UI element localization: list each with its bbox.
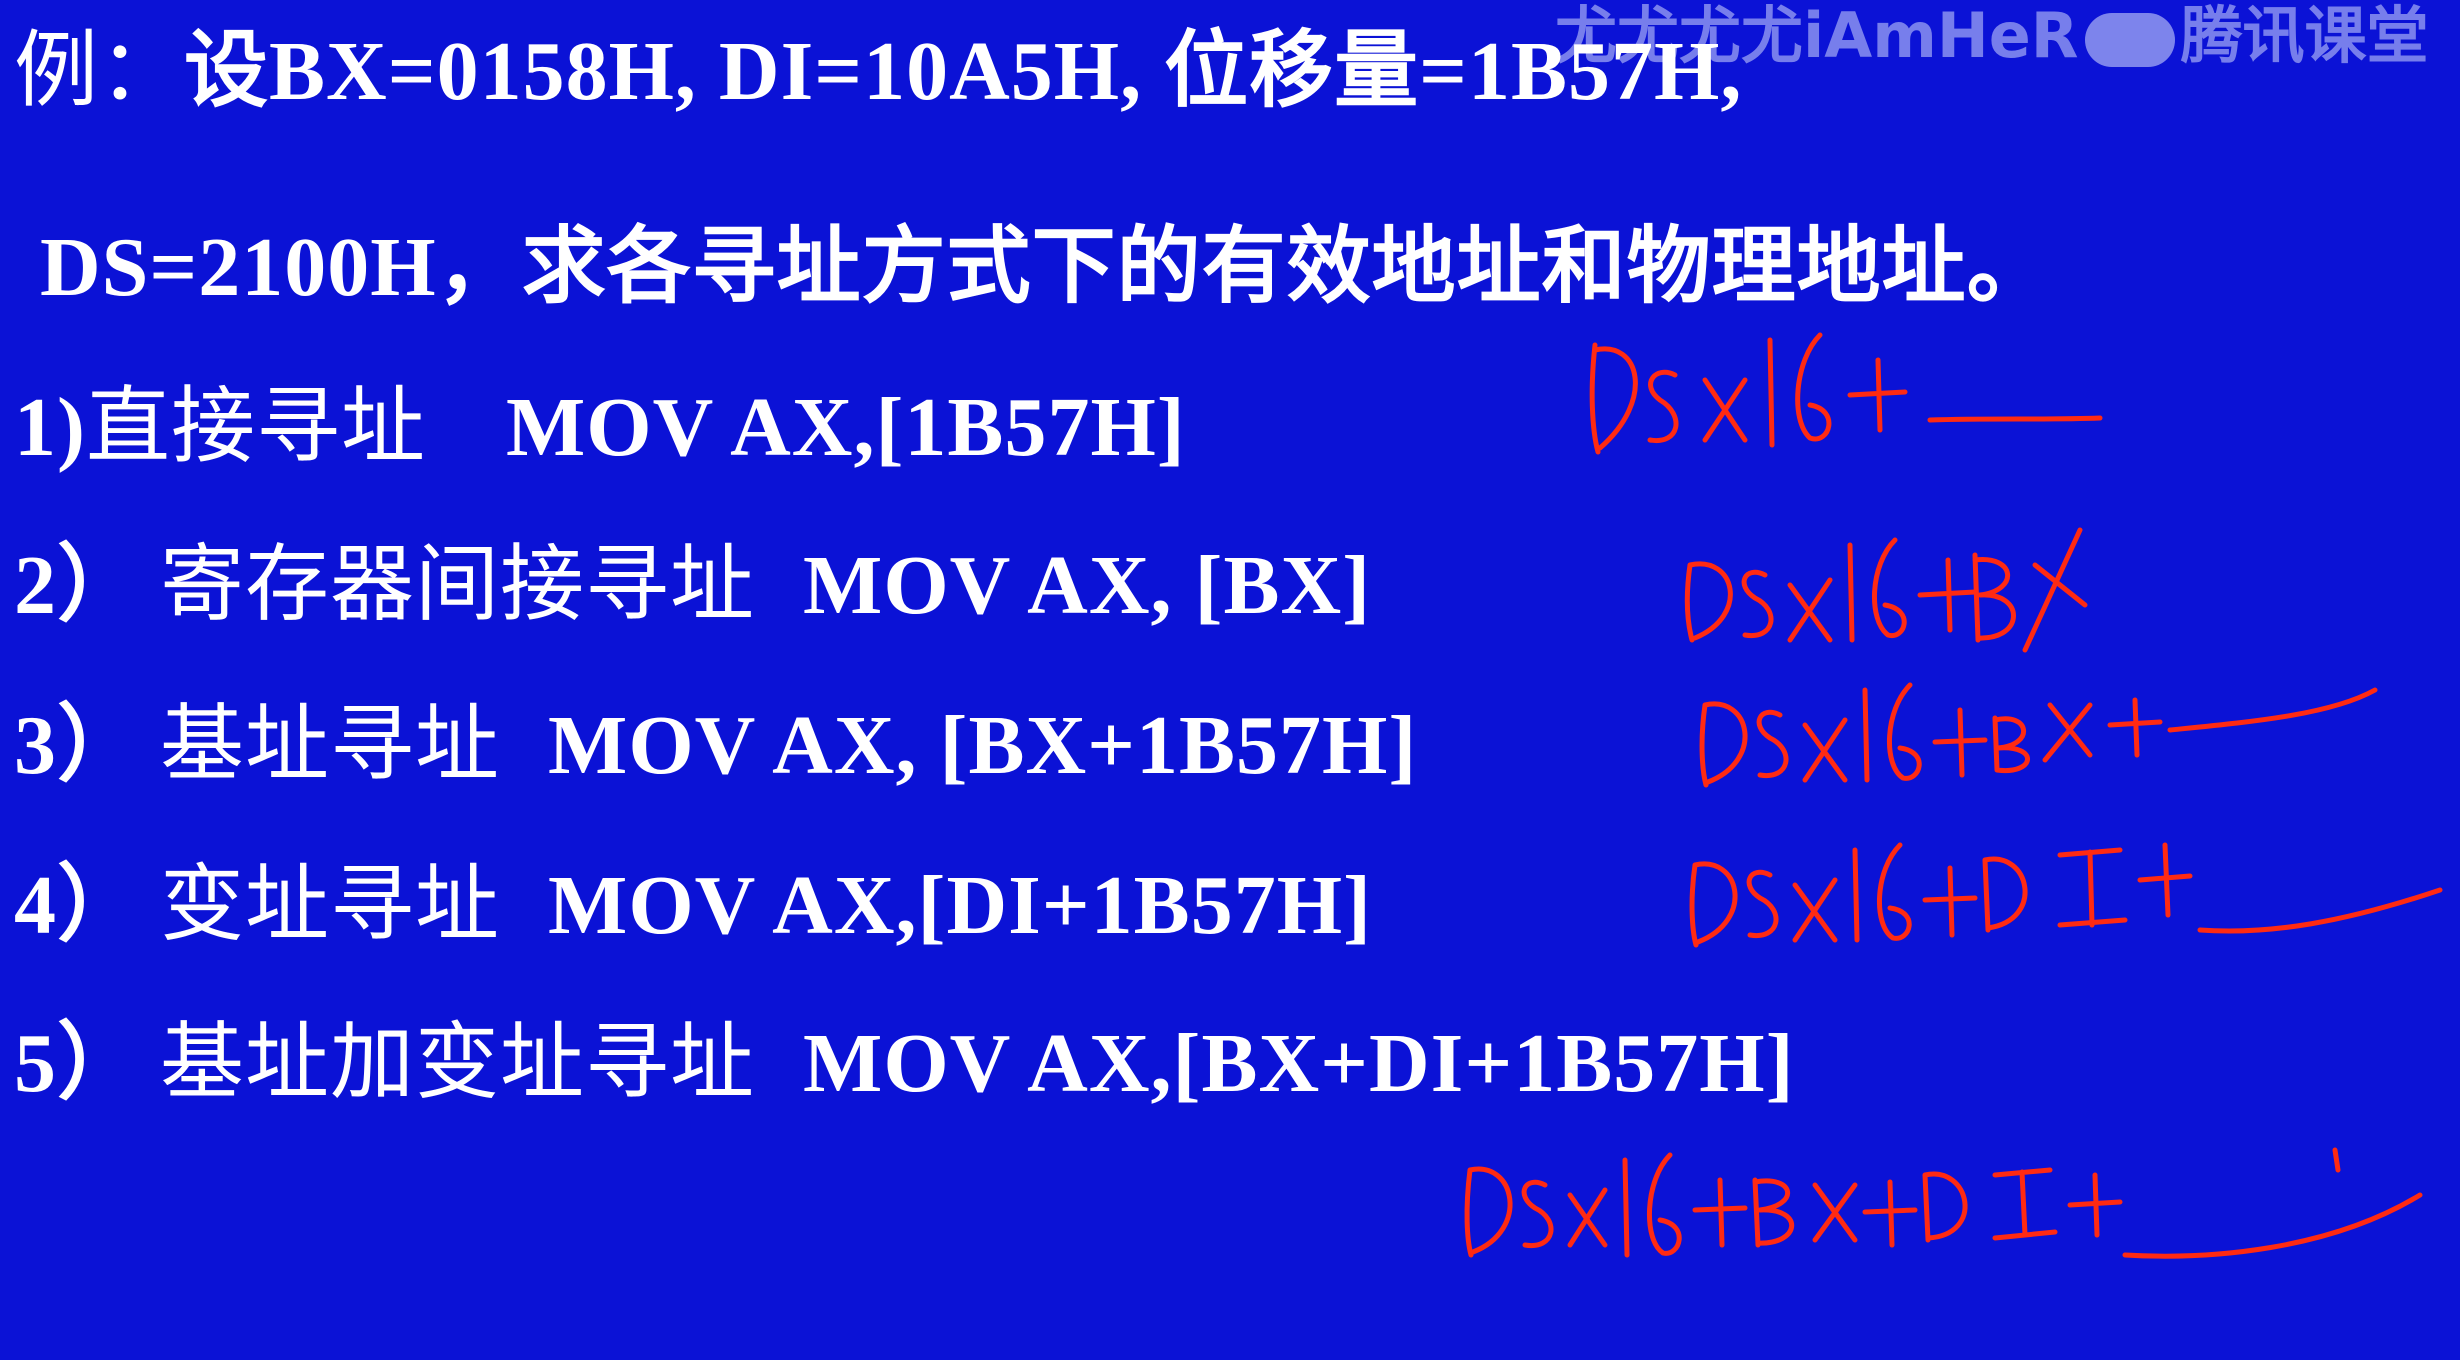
item-4: 4） 变址寻址 MOV AX,[DI+1B57H] [14, 854, 1372, 956]
item-3: 3） 基址寻址 MOV AX, [BX+1B57H] [14, 694, 1417, 796]
item-number: 5） [14, 1017, 143, 1110]
item-2: 2） 寄存器间接寻址 MOV AX, [BX] [14, 534, 1371, 636]
handwriting-2 [1684, 527, 2088, 653]
instruction: MOV AX, [BX] [803, 539, 1372, 632]
handwriting-1 [1589, 332, 2103, 455]
item-number: 1) [14, 381, 86, 474]
watermark-brand: 腾讯课堂 [2180, 0, 2429, 72]
instruction: MOV AX,[BX+DI+1B57H] [803, 1017, 1795, 1110]
handwriting-4 [1689, 842, 2443, 948]
given-values: 设BX=0158H, DI=10A5H, 位移量=1B57H, [184, 25, 1743, 118]
instruction: MOV AX, [BX+1B57H] [548, 699, 1418, 792]
handwriting-3 [1699, 682, 2378, 788]
handwritten-annotations [1464, 332, 2443, 1259]
item-number: 3） [14, 699, 143, 792]
addressing-mode: 直接寻址 [85, 377, 426, 475]
tencent-classroom-logo-icon [2084, 12, 2175, 67]
problem-line-1: 例：设BX=0158H, DI=10A5H, 位移量=1B57H, [14, 20, 1742, 122]
example-label: 例： [14, 21, 185, 119]
addressing-mode: 寄存器间接寻址 [160, 535, 756, 633]
item-number: 2） [14, 539, 143, 632]
addressing-mode: 基址加变址寻址 [160, 1013, 756, 1111]
addressing-mode: 基址寻址 [160, 695, 501, 793]
item-number: 4） [14, 859, 143, 952]
item-5: 5） 基址加变址寻址 MOV AX,[BX+DI+1B57H] [14, 1012, 1795, 1114]
instruction: MOV AX,[1B57H] [506, 381, 1186, 474]
item-1: 1)直接寻址 MOV AX,[1B57H] [14, 376, 1186, 478]
handwriting-5 [1464, 1147, 2423, 1259]
problem-line-2: DS=2100H，求各寻址方式下的有效地址和物理地址。 [40, 221, 2052, 314]
instruction: MOV AX,[DI+1B57H] [548, 859, 1373, 952]
addressing-mode: 变址寻址 [160, 855, 501, 953]
slide: 尤尤尤尤iAmHeR 腾讯课堂 例：设BX=0158H, DI=10A5H, 位移… [0, 0, 2460, 1360]
